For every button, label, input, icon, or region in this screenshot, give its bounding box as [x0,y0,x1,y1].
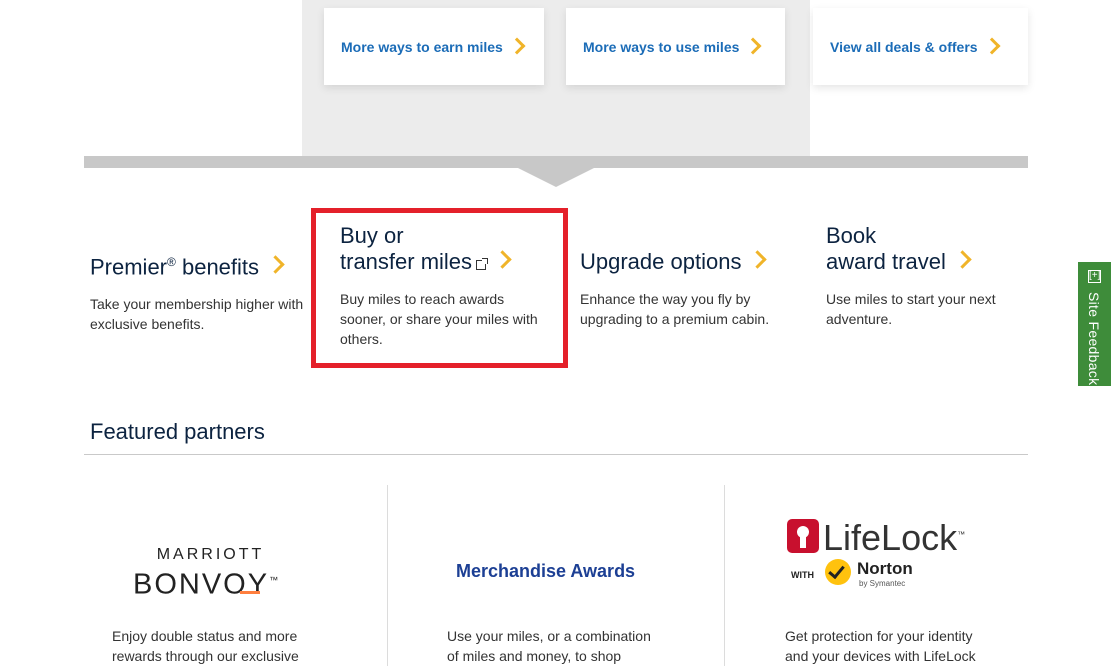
book-award-travel: Book award travel Use miles to start you… [826,223,1026,329]
lifelock-desc-line1: Get protection for your identity [785,628,973,644]
deals-offers-label: View all deals & offers [830,38,978,55]
partner-divider [724,485,725,666]
premier-title: Premier [90,254,168,280]
lifelock-desc: Get protection for your identity and you… [785,626,1025,666]
premier-benefits-link[interactable]: Premier® benefits [90,249,305,280]
use-miles-label: More ways to use miles [583,38,740,55]
marriott-bonvoy-logo[interactable]: MARRIOTT BONVOY™ [133,546,303,601]
merchandise-desc: Use your miles, or a combination of mile… [447,626,707,666]
lifelock-desc-line2: and your devices with LifeLock [785,648,976,664]
earn-miles-link[interactable]: More ways to earn miles [324,8,544,85]
site-feedback-label: Site Feedback [1086,292,1102,386]
feedback-plus-icon: [+] [1088,270,1101,283]
book-desc: Use miles to start your next adventure. [826,291,996,327]
premier-title-rest: benefits [175,254,260,280]
bonvoy-wordmark: BONVOY [133,568,270,601]
premier-benefits: Premier® benefits Take your membership h… [90,249,305,334]
book-title-line1: Book [826,223,877,248]
marriott-desc-line1: Enjoy double status and more [112,628,298,644]
merchandise-desc-line2: of miles and money, to shop [447,648,622,664]
chevron-right-icon [748,250,768,269]
merchandise-awards-logo[interactable]: Merchandise Awards [456,561,635,582]
bonvoy-accent [240,591,260,594]
divider-notch [518,168,594,187]
highlight-box [311,208,568,368]
deals-offers-link[interactable]: View all deals & offers [813,8,1028,85]
norton-check-icon [825,559,851,585]
book-award-link[interactable]: Book award travel [826,223,1026,275]
marriott-desc-line2: rewards through our exclusive [112,648,299,664]
upgrade-options: Upgrade options Enhance the way you fly … [580,249,795,329]
site-feedback-tab[interactable]: [+] Site Feedback [1078,262,1111,386]
section-divider [84,156,1028,168]
lifelock-wordmark: LifeLock [823,517,958,558]
trademark-mark: ™ [269,575,281,585]
trademark-mark: ™ [957,530,966,539]
chevron-right-icon [508,37,526,54]
upgrade-desc: Enhance the way you fly by upgrading to … [580,291,770,327]
chevron-right-icon [953,250,972,269]
marriott-wordmark: MARRIOTT [156,546,265,563]
registered-mark: ® [167,255,176,269]
chevron-right-icon [983,37,1001,54]
with-text: WITH [791,570,814,580]
upgrade-options-link[interactable]: Upgrade options [580,249,795,275]
symantec-text: by Symantec [859,579,906,588]
featured-partners-title: Featured partners [90,419,265,444]
chevron-right-icon [744,37,762,54]
marriott-desc: Enjoy double status and more rewards thr… [112,626,372,666]
chevron-right-icon [266,255,285,275]
earn-miles-label: More ways to earn miles [341,38,503,55]
book-title-line2: award travel [826,249,946,274]
lifelock-norton-logo[interactable]: LifeLock™ WITH Norton by Symantec [787,517,987,597]
premier-desc: Take your membership higher with exclusi… [90,296,304,333]
merchandise-desc-line1: Use your miles, or a combination [447,628,651,644]
upgrade-title: Upgrade options [580,249,742,274]
partner-divider [387,485,388,666]
lock-icon [787,519,819,553]
section-rule [84,454,1028,455]
norton-wordmark: Norton [857,559,913,578]
use-miles-link[interactable]: More ways to use miles [566,8,785,85]
